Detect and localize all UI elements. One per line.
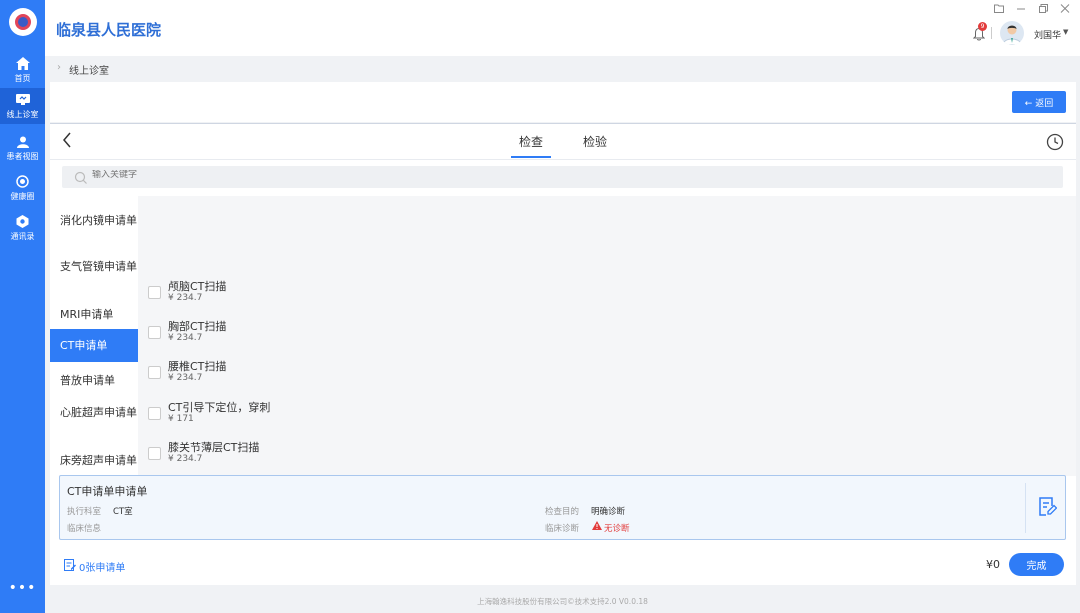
- diagnosis-label: 临床诊断: [545, 524, 580, 534]
- breadcrumb-item[interactable]: 线上诊室: [69, 62, 109, 77]
- list-item[interactable]: 颅脑CT扫描 ¥ 234.7: [148, 278, 448, 312]
- item-checkbox[interactable]: [148, 447, 161, 460]
- restore-icon[interactable]: [1038, 3, 1048, 16]
- search-bar: [62, 166, 1063, 188]
- list-item[interactable]: CT引导下定位，穿刺 ¥ 171: [148, 399, 448, 433]
- header-divider: [991, 27, 992, 39]
- card-divider: [1025, 483, 1026, 533]
- tab-bar: 检查 检验: [50, 124, 1076, 160]
- tab-lab-test[interactable]: 检验: [583, 133, 607, 150]
- list-item[interactable]: 腰椎CT扫描 ¥ 234.7: [148, 358, 448, 392]
- form-title: CT申请单申请单: [67, 485, 148, 498]
- clock-icon[interactable]: [1046, 133, 1064, 151]
- circle-target-icon: [15, 175, 31, 189]
- item-checkbox[interactable]: [148, 366, 161, 379]
- purpose-value: 明确诊断: [591, 507, 626, 517]
- item-name: 膝关节薄层CT扫描: [168, 441, 260, 454]
- clinical-info-label: 临床信息: [67, 524, 102, 534]
- nav-item-label: 线上诊室: [6, 109, 39, 119]
- active-tab-indicator: [511, 156, 551, 158]
- nav-item-contacts[interactable]: 通讯录: [0, 210, 45, 246]
- nav-item-label: 健康圈: [10, 191, 35, 201]
- item-checkbox[interactable]: [148, 326, 161, 339]
- category-item-ct[interactable]: CT申请单: [50, 329, 138, 362]
- request-count-link[interactable]: 0张申请单: [64, 559, 125, 574]
- chevron-right-icon: ›: [57, 62, 61, 73]
- item-price: ¥ 234.7: [168, 293, 203, 303]
- home-icon: [15, 57, 31, 71]
- item-price: ¥ 171: [168, 414, 194, 424]
- search-icon: [74, 170, 88, 184]
- total-amount: ¥0: [986, 558, 1000, 571]
- contacts-icon: [15, 215, 31, 229]
- chevron-left-icon[interactable]: [62, 132, 72, 152]
- form-list-icon: [64, 559, 76, 574]
- nav-item-label: 患者视图: [6, 151, 39, 161]
- done-button[interactable]: 完成: [1009, 553, 1064, 576]
- notification-badge: 9: [978, 22, 987, 31]
- purpose-label: 检查目的: [545, 507, 580, 517]
- item-name: CT引导下定位，穿刺: [168, 401, 271, 414]
- search-input[interactable]: [92, 170, 692, 180]
- category-item-bronchoscopy[interactable]: 支气管镜申请单: [50, 256, 138, 296]
- chevron-down-icon[interactable]: ▼: [1063, 28, 1068, 36]
- item-price: ¥ 234.7: [168, 333, 203, 343]
- nav-item-label: 通讯录: [10, 231, 35, 241]
- hospital-name: 临泉县人民医院: [56, 21, 162, 39]
- close-icon[interactable]: [1060, 3, 1070, 16]
- nav-item-online-clinic[interactable]: 线上诊室: [0, 88, 45, 124]
- more-menu-button[interactable]: •••: [0, 580, 45, 596]
- user-name[interactable]: 刘国华: [1034, 28, 1061, 41]
- dept-label: 执行科室: [67, 507, 102, 517]
- category-item-cardiac-ultrasound[interactable]: 心脏超声申请单: [50, 402, 138, 442]
- request-count-label: 0张申请单: [79, 563, 126, 574]
- nav-item-health-circle[interactable]: 健康圈: [0, 170, 45, 206]
- minimize-icon[interactable]: [1016, 3, 1026, 16]
- category-item-general-radiology[interactable]: 普放申请单: [50, 370, 138, 390]
- item-price: ¥ 234.7: [168, 373, 203, 383]
- item-checkbox[interactable]: [148, 407, 161, 420]
- copyright-text: 上海翰逸科技股份有限公司©技术支持2.0 V0.0.18: [477, 597, 648, 606]
- warning-icon: [592, 521, 602, 533]
- top-header: 临泉县人民医院 9 刘国华 ▼: [45, 0, 1080, 56]
- item-name: 颅脑CT扫描: [168, 280, 227, 293]
- list-item[interactable]: 胸部CT扫描 ¥ 234.7: [148, 318, 448, 352]
- left-nav: 首页 线上诊室 患者视图 健康圈 通讯录 •••: [0, 0, 45, 613]
- dept-value: CT室: [113, 507, 133, 517]
- breadcrumb: › 线上诊室: [45, 56, 1080, 80]
- tab-exam[interactable]: 检查: [519, 133, 543, 150]
- category-list: 消化内镜申请单 支气管镜申请单 MRI申请单 CT申请单 普放申请单 心脏超声申…: [50, 196, 138, 468]
- user-icon: [15, 135, 31, 149]
- nav-item-patient-view[interactable]: 患者视图: [0, 130, 45, 166]
- action-bar: ← 返回: [50, 82, 1076, 122]
- category-item-bedside-ultrasound[interactable]: 床旁超声申请单: [50, 450, 138, 468]
- edit-form-icon[interactable]: [1039, 497, 1058, 517]
- list-item[interactable]: 膝关节薄层CT扫描 ¥ 234.7: [148, 439, 448, 473]
- request-form-card: CT申请单申请单 执行科室 CT室 临床信息 检查目的 明确诊断 临床诊断 无诊…: [59, 475, 1066, 540]
- avatar[interactable]: [1000, 21, 1024, 45]
- monitor-icon: [15, 93, 31, 107]
- back-button[interactable]: ← 返回: [1012, 91, 1066, 113]
- nav-item-label: 首页: [14, 73, 31, 83]
- window-controls: [994, 3, 1070, 16]
- item-checkbox[interactable]: [148, 286, 161, 299]
- nav-item-home[interactable]: 首页: [0, 52, 45, 88]
- category-item-mri[interactable]: MRI申请单: [50, 304, 138, 324]
- exam-item-list: 颅脑CT扫描 ¥ 234.7 胸部CT扫描 ¥ 234.7 腰椎CT扫描 ¥ 2…: [138, 196, 1076, 476]
- item-name: 胸部CT扫描: [168, 320, 227, 333]
- item-name: 腰椎CT扫描: [168, 360, 227, 373]
- folder-icon[interactable]: [994, 3, 1004, 16]
- app-logo: [9, 8, 37, 36]
- item-price: ¥ 234.7: [168, 454, 203, 464]
- category-item-digestive-endoscopy[interactable]: 消化内镜申请单: [50, 210, 138, 250]
- diagnosis-value: 无诊断: [604, 524, 630, 534]
